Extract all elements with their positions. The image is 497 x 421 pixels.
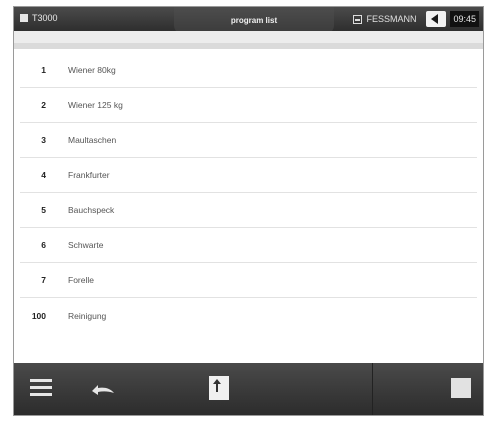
program-number: 5 [41,205,46,215]
program-name: Bauchspeck [68,205,115,215]
stop-icon[interactable] [451,378,471,398]
clock: 09:45 [450,11,479,27]
program-name: Maultaschen [68,135,117,145]
status-right-group: FESSMANN 09:45 [353,11,479,27]
program-name: Reinigung [68,310,107,321]
program-row-6[interactable]: 6 Schwarte [20,228,477,263]
program-name: Wiener 125 kg [68,100,123,110]
back-button[interactable] [426,11,447,27]
brand-label: FESSMANN [366,14,417,24]
program-number: 1 [41,65,46,75]
program-row-100[interactable]: 100 Reinigung [20,298,477,333]
export-icon[interactable] [209,376,229,400]
program-list: 1 Wiener 80kg 2 Wiener 125 kg 3 Maultasc… [14,53,483,333]
program-row-1[interactable]: 1 Wiener 80kg [20,53,477,88]
program-name: Frankfurter [68,170,110,180]
program-number: 6 [41,240,46,250]
program-name: Wiener 80kg [68,65,116,75]
program-row-5[interactable]: 5 Bauchspeck [20,193,477,228]
undo-icon[interactable] [88,379,116,397]
program-number: 3 [41,135,46,145]
list-header-band [14,31,483,49]
status-bar: T3000 program list FESSMANN 09:45 [14,7,483,35]
program-row-7[interactable]: 7 Forelle [20,263,477,298]
device-label: T3000 [32,13,58,23]
program-number: 100 [31,310,46,321]
program-name: Forelle [68,275,94,285]
program-row-4[interactable]: 4 Frankfurter [20,158,477,193]
toolbar-divider [372,363,373,415]
bottom-toolbar [14,363,483,415]
device-screen: T3000 program list FESSMANN 09:45 1 Wien… [13,6,484,416]
program-number: 7 [41,275,46,285]
login-icon [353,14,363,24]
device-id-group: T3000 [20,13,58,23]
device-icon [20,14,28,22]
program-row-3[interactable]: 3 Maultaschen [20,123,477,158]
program-row-2[interactable]: 2 Wiener 125 kg [20,88,477,123]
menu-icon[interactable] [30,379,52,397]
program-number: 2 [41,100,46,110]
program-name: Schwarte [68,240,104,250]
program-number: 4 [41,170,46,180]
